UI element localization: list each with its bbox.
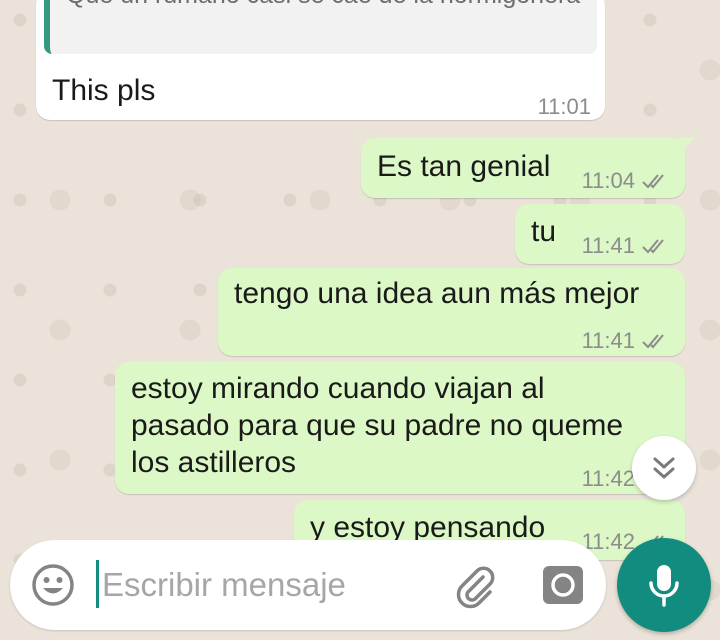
outgoing-message-bubble[interactable]: tengo una idea aun más mejor 11:41 <box>218 268 685 356</box>
double-check-icon <box>642 333 664 348</box>
text-caret <box>96 560 99 608</box>
outgoing-message-bubble[interactable]: estoy mirando cuando viajan al pasado pa… <box>115 362 685 494</box>
message-text-line: estoy mirando cuando viajan al <box>131 372 545 405</box>
camera-icon[interactable] <box>540 562 586 608</box>
message-text: This pls <box>52 74 156 107</box>
voice-record-button[interactable] <box>617 538 711 632</box>
scroll-to-bottom-button[interactable] <box>632 436 696 500</box>
message-text: tengo una idea aun más mejor <box>234 277 640 310</box>
message-text-line: los astilleros <box>131 446 297 479</box>
message-time: 11:04 <box>581 168 635 193</box>
quoted-message-text: Que un rumano casi se cae de la hormigon… <box>66 0 586 13</box>
message-meta: 11:01 <box>538 88 591 125</box>
quoted-message[interactable]: Que un rumano casi se cae de la hormigon… <box>44 0 597 54</box>
message-text: Es tan genial <box>377 150 551 183</box>
message-input[interactable] <box>102 560 432 610</box>
message-text-line: pasado para que su padre no queme <box>131 409 624 442</box>
message-time: 11:42 <box>581 466 635 491</box>
message-meta: 11:41 <box>582 227 671 264</box>
message-time: 11:41 <box>581 328 635 353</box>
message-composer <box>10 540 606 630</box>
outgoing-message-bubble[interactable]: Es tan genial 11:04 <box>361 138 695 199</box>
paperclip-icon[interactable] <box>450 560 500 610</box>
microphone-icon <box>649 565 679 607</box>
message-time: 11:41 <box>581 233 635 258</box>
incoming-message-bubble[interactable]: Que un rumano casi se cae de la hormigon… <box>36 0 605 120</box>
smiley-icon[interactable] <box>30 562 76 608</box>
bubble-tail <box>679 138 695 154</box>
double-check-icon <box>642 238 664 253</box>
message-text: tu <box>531 215 557 248</box>
message-meta: 11:04 <box>582 162 671 199</box>
message-meta: 11:41 <box>582 322 671 359</box>
double-check-icon <box>642 173 664 188</box>
message-time: 11:01 <box>537 94 591 119</box>
double-chevron-down-icon <box>653 457 675 479</box>
outgoing-message-bubble[interactable]: tu 11:41 <box>515 204 685 264</box>
